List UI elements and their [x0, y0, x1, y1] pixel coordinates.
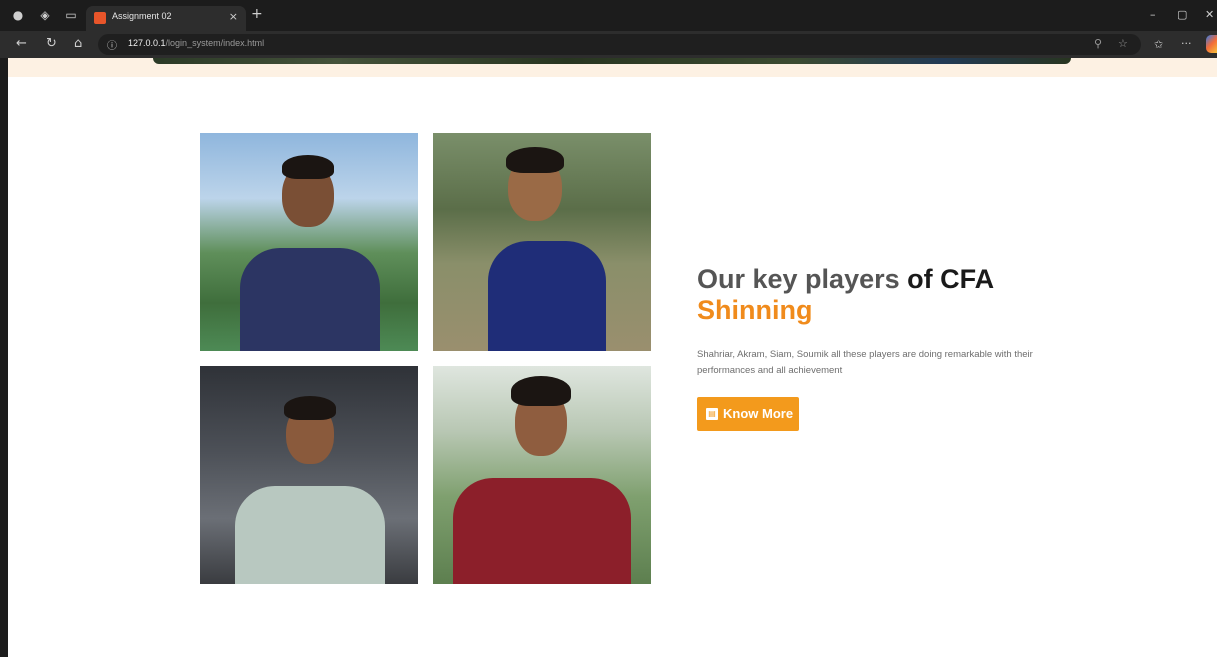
url-text[interactable]: 127.0.0.1/login_system/index.html	[128, 38, 264, 48]
tab-favicon	[94, 12, 106, 24]
title-light: Our key players	[697, 264, 908, 294]
player-photo	[200, 133, 418, 351]
know-more-button[interactable]: ▤ Know More	[697, 397, 799, 431]
home-icon[interactable]: ⌂	[74, 36, 82, 51]
maximize-button[interactable]: ▢	[1177, 8, 1187, 21]
tab-close-icon[interactable]: ×	[229, 10, 238, 23]
player-photo	[200, 366, 418, 584]
new-tab-button[interactable]: +	[251, 6, 263, 22]
close-window-button[interactable]: ✕	[1205, 8, 1214, 21]
more-icon[interactable]: ···	[1181, 37, 1192, 50]
address-bar-row: ← ↻ ⌂ ⓘ 127.0.0.1/login_system/index.htm…	[0, 31, 1217, 58]
document-icon: ▤	[706, 408, 718, 420]
url-path: /login_system/index.html	[165, 38, 265, 48]
url-host: 127.0.0.1	[128, 38, 166, 48]
title-accent: Shinning	[697, 295, 813, 325]
page-viewport: Our key players of CFA Shinning Shahriar,…	[8, 58, 1217, 657]
browser-tab-bar: ● ◈ ▭ Assignment 02 × + – ▢ ✕	[0, 0, 1217, 31]
address-bar[interactable]: ⓘ 127.0.0.1/login_system/index.html ⚲ ☆	[98, 34, 1141, 55]
hero-section-bottom	[8, 58, 1217, 77]
copilot-icon[interactable]	[1206, 35, 1217, 53]
reload-icon[interactable]: ↻	[46, 36, 57, 51]
section-title: Our key players of CFA Shinning	[697, 264, 1037, 326]
site-info-icon[interactable]: ⓘ	[107, 37, 117, 52]
profile-icon[interactable]: ●	[11, 8, 25, 22]
browser-tab[interactable]: Assignment 02 ×	[86, 6, 246, 31]
minimize-button[interactable]: –	[1150, 8, 1156, 21]
title-bold: of CFA	[907, 264, 995, 294]
favorite-icon[interactable]: ☆	[1118, 37, 1128, 50]
hero-banner-image	[153, 58, 1071, 64]
collections-icon[interactable]: ✩	[1154, 38, 1163, 51]
read-aloud-icon[interactable]: ⚲	[1094, 37, 1102, 50]
know-more-label: Know More	[723, 406, 794, 421]
tab-title: Assignment 02	[112, 11, 172, 21]
back-icon[interactable]: ←	[16, 36, 27, 51]
workspaces-icon[interactable]: ◈	[38, 8, 52, 22]
player-photo	[433, 366, 651, 584]
player-photo	[433, 133, 651, 351]
tab-actions-icon[interactable]: ▭	[64, 8, 78, 22]
section-description: Shahriar, Akram, Siam, Soumik all these …	[697, 349, 1033, 376]
